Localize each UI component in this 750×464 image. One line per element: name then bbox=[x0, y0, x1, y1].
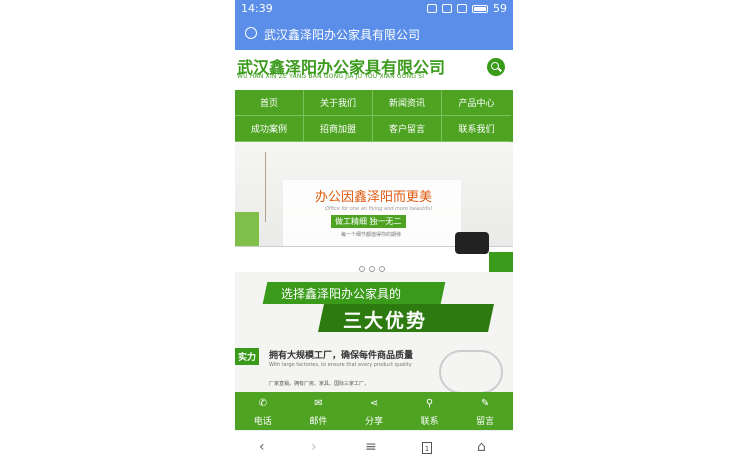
alarm-icon bbox=[427, 4, 437, 13]
home-icon[interactable]: ⌂ bbox=[477, 439, 486, 455]
battery-icon bbox=[472, 4, 488, 13]
advantage-detail: 厂家直销，拥有厂房、家具、国际三家工厂， bbox=[269, 381, 370, 387]
advantages-section: 选择鑫泽阳办公家具的 三大优势 实力 拥有大规模工厂，确保每件商品质量 With… bbox=[235, 272, 513, 394]
nav-item-contact[interactable]: 联系我们 bbox=[442, 116, 511, 142]
phone-icon: ✆ bbox=[258, 398, 267, 409]
mail-icon: ✉ bbox=[314, 398, 323, 409]
globe-icon bbox=[245, 27, 257, 39]
status-icons: 59 bbox=[427, 2, 507, 15]
main-nav: 首页 关于我们 新闻资讯 产品中心 成功案例 招商加盟 客户留言 联系我们 bbox=[235, 90, 513, 142]
edit-icon: ✎ bbox=[480, 398, 490, 409]
ribbon-top-text: 选择鑫泽阳办公家具的 bbox=[281, 287, 402, 301]
banner-tag: 做工精细 独一无二 bbox=[331, 215, 406, 228]
action-contact[interactable]: ⚲ 联系 bbox=[402, 392, 458, 430]
action-message[interactable]: ✎ 留言 bbox=[457, 392, 513, 430]
nav-item-home[interactable]: 首页 bbox=[235, 90, 304, 116]
action-phone-label: 电话 bbox=[253, 417, 272, 427]
nav-item-products[interactable]: 产品中心 bbox=[442, 90, 511, 116]
banner-green-box bbox=[489, 252, 513, 272]
nav-item-messages[interactable]: 客户留言 bbox=[373, 116, 442, 142]
menu-icon[interactable]: ≡ bbox=[365, 439, 377, 455]
logo-en: WU HAN XIN ZE YANG BAN GONG JIA JU YOU X… bbox=[237, 73, 425, 80]
back-icon[interactable]: ‹ bbox=[259, 439, 265, 455]
tabs-button[interactable]: 1 bbox=[422, 442, 432, 454]
nav-item-news[interactable]: 新闻资讯 bbox=[373, 90, 442, 116]
advantage-subtitle-en: With large factories, to ensure that eve… bbox=[269, 362, 412, 368]
site-logo[interactable]: 武汉鑫泽阳办公家具有限公司 WU HAN XIN ZE YANG BAN GON… bbox=[235, 50, 513, 90]
location-icon: ⚲ bbox=[425, 398, 434, 409]
wifi-icon bbox=[442, 4, 452, 13]
strength-badge: 实力 bbox=[235, 348, 260, 365]
status-bar: 14:39 59 bbox=[235, 0, 513, 18]
forward-icon[interactable]: › bbox=[311, 439, 317, 455]
nav-item-cases[interactable]: 成功案例 bbox=[235, 116, 304, 142]
hero-banner[interactable]: 办公因鑫泽阳而更美 Office for one an flying and m… bbox=[235, 142, 513, 272]
battery-level: 59 bbox=[493, 2, 507, 15]
browser-url-bar[interactable]: 武汉鑫泽阳办公家具有限公司 bbox=[235, 18, 513, 50]
decorative-shape bbox=[439, 350, 503, 394]
search-button[interactable] bbox=[487, 58, 505, 76]
bottom-action-bar: ✆ 电话 ✉ 邮件 ⋖ 分享 ⚲ 联系 ✎ 留言 bbox=[235, 392, 513, 430]
action-message-label: 留言 bbox=[476, 417, 495, 427]
banner-chair bbox=[455, 232, 489, 254]
nav-item-franchise[interactable]: 招商加盟 bbox=[304, 116, 373, 142]
advantage-title: 拥有大规模工厂，确保每件商品质量 bbox=[269, 351, 414, 361]
banner-subtitle: Office for one an flying and more beauti… bbox=[325, 206, 432, 212]
action-phone[interactable]: ✆ 电话 bbox=[235, 392, 291, 430]
status-time: 14:39 bbox=[241, 2, 273, 15]
action-mail[interactable]: ✉ 邮件 bbox=[291, 392, 347, 430]
signal-icon bbox=[457, 4, 467, 13]
browser-nav-bar: ‹ › ≡ 1 ⌂ bbox=[235, 430, 513, 464]
action-mail-label: 邮件 bbox=[309, 417, 328, 427]
nav-item-about[interactable]: 关于我们 bbox=[304, 90, 373, 116]
ribbon-bottom-text: 三大优势 bbox=[343, 310, 428, 332]
action-share[interactable]: ⋖ 分享 bbox=[346, 392, 402, 430]
banner-tag-sub: 每一个细节都值得你的期待 bbox=[341, 232, 402, 238]
share-icon: ⋖ bbox=[369, 398, 379, 409]
action-share-label: 分享 bbox=[364, 417, 383, 427]
phone-screen: 14:39 59 武汉鑫泽阳办公家具有限公司 武汉鑫泽阳办公家具有限公司 WU … bbox=[235, 0, 513, 464]
action-contact-label: 联系 bbox=[420, 417, 439, 427]
page-title: 武汉鑫泽阳办公家具有限公司 bbox=[264, 28, 421, 42]
banner-headline: 办公因鑫泽阳而更美 bbox=[315, 190, 433, 205]
